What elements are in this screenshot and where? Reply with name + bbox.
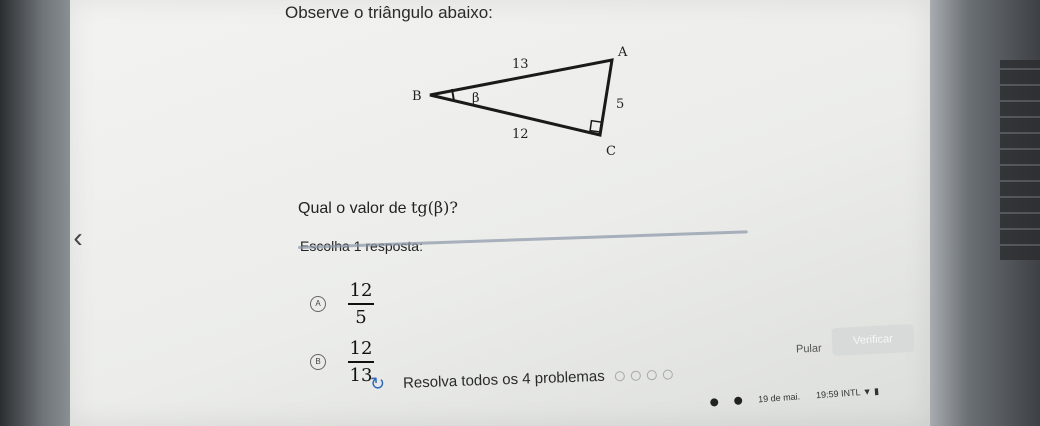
side-opposite-label: 5 [616, 97, 624, 112]
side-adjacent-label: 12 [512, 127, 529, 142]
option-b-numerator: 12 [349, 338, 373, 359]
fraction-bar [348, 361, 374, 363]
taskbar: 19 de mai. 19:59 INTL ▼ ▮ [709, 372, 931, 417]
progress-footer: ↻ Resolva todos os 4 problemas [370, 363, 673, 395]
triangle-figure: A B C β 13 5 12 [412, 45, 628, 159]
question-expression: tg(β)? [410, 198, 458, 217]
question-prefix: Qual o valor de [298, 200, 407, 217]
back-chevron-icon[interactable]: ‹ [58, 218, 98, 258]
vertex-c-label: C [606, 144, 616, 159]
option-a-fraction: 12 5 [348, 280, 374, 328]
taskbar-date: 19 de mai. [757, 391, 801, 405]
vertex-a-label: A [617, 45, 628, 60]
vertex-b-label: B [412, 89, 422, 104]
option-a-denominator: 5 [355, 306, 367, 328]
check-button[interactable]: Verificar [831, 323, 915, 357]
wifi-icon[interactable]: ▼ [862, 386, 872, 397]
progress-dot [646, 369, 657, 380]
progress-dot [630, 370, 641, 381]
progress-text: Resolva todos os 4 problemas [402, 367, 606, 392]
option-a-numerator: 12 [349, 280, 373, 301]
progress-dots [614, 368, 673, 381]
progress-dot [662, 368, 673, 380]
taskbar-time: 19:59 INTL ▼ ▮ [816, 385, 880, 400]
skip-button[interactable]: Pular [796, 343, 822, 356]
keyboard-keys [1000, 60, 1040, 260]
laptop-frame-left [0, 0, 70, 426]
refresh-icon: ↻ [369, 373, 386, 394]
locale-indicator: INTL [840, 386, 861, 399]
question-text: Qual o valor de tg(β)? [298, 198, 458, 218]
clock-time: 19:59 [815, 388, 839, 400]
option-a[interactable]: A 12 5 [310, 280, 374, 328]
laptop-frame-right [920, 0, 1040, 426]
option-b-badge: B [310, 353, 326, 370]
info-icon[interactable] [733, 396, 743, 405]
app-icon[interactable] [709, 398, 719, 407]
right-angle-marker [589, 119, 603, 133]
screen: Observe o triângulo abaixo: A B C β 13 5… [70, 0, 930, 426]
option-b[interactable]: B 12 13 [310, 338, 374, 386]
fraction-bar [348, 303, 374, 305]
side-hypotenuse-label: 13 [512, 57, 529, 72]
progress-dot [614, 370, 625, 381]
angle-beta-label: β [472, 91, 480, 106]
battery-icon[interactable]: ▮ [874, 385, 880, 395]
exercise-prompt: Observe o triângulo abaixo: [285, 3, 493, 22]
option-a-badge: A [310, 295, 326, 312]
